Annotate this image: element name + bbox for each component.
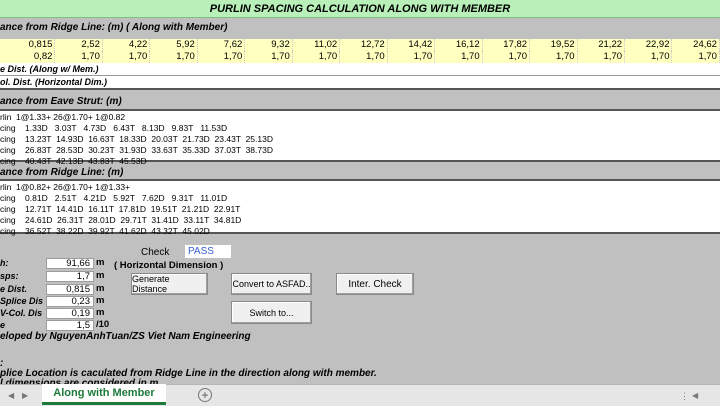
input-unit: m xyxy=(96,270,105,281)
distance-cell[interactable]: 21,22 xyxy=(578,39,626,51)
input-value-field[interactable]: 0,23 xyxy=(46,296,94,307)
input-value-field[interactable]: 1,7 xyxy=(46,271,94,282)
input-value-field[interactable]: 91,66 xyxy=(46,258,94,269)
spacing-cell[interactable]: 1,70 xyxy=(198,51,246,63)
ridge-line-panel[interactable]: rlin 1@0.82+ 26@1.70+ 1@1.33+ cing 0.81D… xyxy=(0,179,720,236)
input-label: e xyxy=(0,320,6,330)
col-dist-row[interactable]: ol. Dist. (Horizontal Dim.) xyxy=(0,76,720,90)
distance-cell[interactable]: 14,42 xyxy=(388,39,436,51)
spacing-cell[interactable]: 1,70 xyxy=(150,51,198,63)
input-label: h: xyxy=(0,258,9,268)
eave-dist-row[interactable]: e Dist. (Along w/ Mem.) xyxy=(0,63,720,76)
distance-cell[interactable]: 19,52 xyxy=(530,39,578,51)
spacing-cell[interactable]: 1,70 xyxy=(55,51,103,63)
distance-cell[interactable]: 17,82 xyxy=(483,39,531,51)
ridge-line: cing 36.52T 38.22D 39.92T 41.62D 43.32T … xyxy=(0,226,210,236)
ridge-line: rlin 1@0.82+ 26@1.70+ 1@1.33+ xyxy=(0,182,131,192)
spacing-spacer xyxy=(0,51,8,63)
tab-along-with-member[interactable]: Along with Member xyxy=(42,384,166,405)
credit-text: eloped by NguyenAnhTuan/ZS Viet Nam Engi… xyxy=(0,331,251,342)
eave-line: cing 1.33D 3.03T 4.73D 6.43T 8.13D 9.83T… xyxy=(0,123,228,133)
add-sheet-icon[interactable]: + xyxy=(198,388,212,402)
distance-cell[interactable]: 5,92 xyxy=(150,39,198,51)
section1-heading: ance from Ridge Line: (m) ( Along with M… xyxy=(0,22,228,33)
spacing-cell[interactable]: 1,70 xyxy=(530,51,578,63)
distance-cell[interactable]: 0,815 xyxy=(8,39,56,51)
spacing-cell[interactable]: 1,70 xyxy=(293,51,341,63)
section3-heading: ance from Ridge Line: (m) xyxy=(0,167,124,178)
spacing-row: 0,82 1,70 1,70 1,70 1,70 1,70 1,70 1,70 1,70 1,70… xyxy=(0,51,720,63)
input-label: e Dist. xyxy=(0,284,28,294)
switch-to-button[interactable]: Switch to... xyxy=(231,301,312,324)
spacing-cell[interactable]: 1,70 xyxy=(435,51,483,63)
input-value-field[interactable]: 0,19 xyxy=(46,308,94,319)
eave-dist-label: e Dist. (Along w/ Mem.) xyxy=(0,64,99,74)
input-label: V-Col. Dis xyxy=(0,308,43,318)
col-dist-label: ol. Dist. (Horizontal Dim.) xyxy=(0,77,107,87)
input-unit: m xyxy=(96,295,105,306)
input-value-field[interactable]: 0,815 xyxy=(46,284,94,295)
eave-strut-panel[interactable]: rlin 1@1.33+ 26@1.70+ 1@0.82 cing 1.33D … xyxy=(0,109,720,166)
input-unit: m xyxy=(96,283,105,294)
section2-heading: ance from Eave Strut: (m) xyxy=(0,96,122,107)
input-label: Splice Dis xyxy=(0,296,44,306)
eave-line: cing 26.83T 28.53D 30.23T 31.93D 33.63T … xyxy=(0,145,273,155)
eave-line: cing 40.43T 42.13D 43.83T 45.53D xyxy=(0,156,147,166)
ridge-line: cing 12.71T 14.41D 16.11T 17.81D 19.51T … xyxy=(0,204,241,214)
distance-cell[interactable]: 9,32 xyxy=(245,39,293,51)
input-label: sps: xyxy=(0,271,19,281)
spacing-cell[interactable]: 1,70 xyxy=(245,51,293,63)
scroll-left-icon[interactable]: ◀ xyxy=(8,391,14,400)
spacing-cell[interactable]: 0,82 xyxy=(8,51,56,63)
check-label: Check xyxy=(141,247,170,258)
generate-distance-button[interactable]: Generate Distance xyxy=(131,273,208,295)
scroll-right-icon[interactable]: ▶ xyxy=(22,391,28,400)
input-value-field[interactable]: 1,5 xyxy=(46,320,94,331)
distance-spacer xyxy=(0,39,8,51)
scroll-sheets-left-icon[interactable]: ◀ xyxy=(692,391,698,400)
convert-asfad-button[interactable]: Convert to ASFAD.. xyxy=(231,273,312,295)
input-unit: m xyxy=(96,257,105,268)
eave-line: cing 13.23T 14.93D 16.63T 18.33D 20.03T … xyxy=(0,134,273,144)
distance-cell[interactable]: 7,62 xyxy=(198,39,246,51)
horizontal-note: ( Horizontal Dimension ) xyxy=(114,260,224,271)
input-unit: /10 xyxy=(96,319,110,330)
ridge-line: cing 0.81D 2.51T 4.21D 5.92T 7.62D 9.31T… xyxy=(0,193,228,203)
distance-row: 0,815 2,52 4,22 5,92 7,62 9,32 11,02 12,72 14,42… xyxy=(0,39,720,51)
inter-check-button[interactable]: Inter. Check xyxy=(336,273,414,295)
spacing-cell[interactable]: 1,70 xyxy=(103,51,151,63)
distance-cell[interactable]: 24,62 xyxy=(672,39,720,51)
spacing-cell[interactable]: 1,70 xyxy=(672,51,720,63)
distance-cell[interactable]: 4,22 xyxy=(103,39,151,51)
input-unit: m xyxy=(96,307,105,318)
spacing-cell[interactable]: 1,70 xyxy=(340,51,388,63)
spacing-cell[interactable]: 1,70 xyxy=(578,51,626,63)
distance-cell[interactable]: 2,52 xyxy=(55,39,103,51)
distance-cell[interactable]: 16,12 xyxy=(435,39,483,51)
sheet-title: PURLIN SPACING CALCULATION ALONG WITH ME… xyxy=(0,0,720,18)
distance-cell[interactable]: 22,92 xyxy=(625,39,673,51)
distance-cell[interactable]: 12,72 xyxy=(340,39,388,51)
more-options-icon[interactable]: ⋮ xyxy=(680,391,689,402)
spacing-cell[interactable]: 1,70 xyxy=(388,51,436,63)
eave-line: rlin 1@1.33+ 26@1.70+ 1@0.82 xyxy=(0,112,126,122)
check-result: PASS xyxy=(185,245,231,258)
spacing-cell[interactable]: 1,70 xyxy=(483,51,531,63)
spacing-cell[interactable]: 1,70 xyxy=(625,51,673,63)
distance-cell[interactable]: 11,02 xyxy=(293,39,341,51)
ridge-line: cing 24.61D 26.31T 28.01D 29.71T 31.41D … xyxy=(0,215,242,225)
